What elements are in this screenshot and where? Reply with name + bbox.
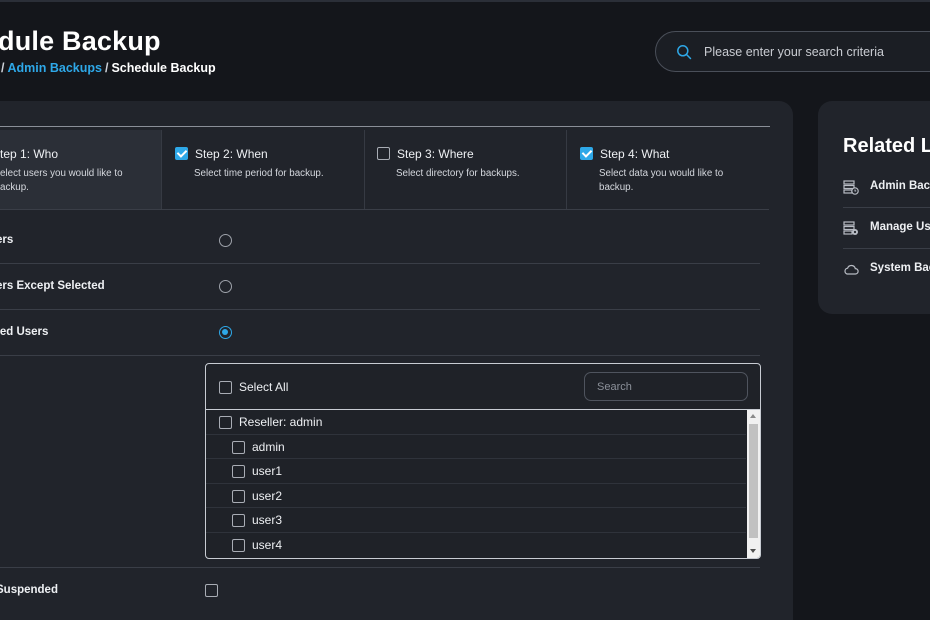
suspended-checkbox[interactable] [205, 584, 218, 597]
step-checkbox[interactable] [377, 147, 390, 160]
list-item[interactable]: user2 [206, 484, 746, 509]
user-selector-header: Select All [206, 364, 760, 410]
suspended-label: Suspended [0, 584, 58, 596]
page-title: dule Backup [0, 26, 161, 56]
step-description: elect users you would like to ackup. [0, 168, 123, 193]
option-label: ers Except Selected [0, 280, 105, 292]
related-item-manage-users[interactable]: Manage Users [843, 208, 930, 249]
tab-step-1-who[interactable]: tep 1: Who elect users you would like to… [0, 130, 162, 209]
user-selector: Select All Reseller: admin admin user1 u… [205, 363, 761, 559]
list-item[interactable]: admin [206, 435, 746, 460]
user-checkbox[interactable] [232, 514, 245, 528]
scrollbar-thumb[interactable] [749, 424, 758, 538]
wizard-steps: tep 1: Who elect users you would like to… [0, 130, 769, 210]
cloud-icon [844, 264, 859, 275]
selected-users-radio[interactable] [219, 326, 232, 339]
option-label: ted Users [0, 326, 49, 338]
select-all-checkbox[interactable] [219, 381, 232, 394]
user-label: user1 [252, 464, 283, 479]
user-label: admin [252, 439, 285, 454]
breadcrumb-separator: / [104, 61, 109, 75]
related-links-panel: Related L Admin Backups Manage Users Sys… [818, 101, 930, 314]
option-row-selected-users: ted Users [0, 310, 760, 356]
related-title: Related L [843, 135, 930, 157]
search-icon [677, 45, 692, 60]
breadcrumb: / Admin Backups / Schedule Backup [0, 61, 216, 75]
user-list-scrollbar[interactable] [747, 410, 760, 558]
step-description: Select time period for backup. [194, 168, 324, 179]
server-gear-icon [843, 221, 858, 235]
scroll-up-arrow-icon[interactable] [750, 414, 756, 418]
user-label: user4 [252, 538, 283, 552]
user-checkbox[interactable] [232, 489, 245, 503]
related-item-label: Admin Backups [870, 180, 930, 192]
select-all-label: Select All [239, 380, 289, 394]
breadcrumb-current: Schedule Backup [111, 61, 216, 75]
user-label: user2 [252, 488, 283, 503]
option-label: ers [0, 234, 14, 246]
top-border [0, 0, 930, 2]
user-checkbox[interactable] [232, 465, 245, 479]
related-item-label: System Backup [870, 262, 930, 274]
tab-step-3-where[interactable]: Step 3: Where Select directory for backu… [365, 130, 567, 209]
option-row-all-users: ers [0, 218, 760, 264]
global-search[interactable] [655, 31, 930, 72]
option-row-suspended: Suspended [0, 567, 760, 613]
step-description: Select directory for backups. [396, 168, 520, 179]
user-list: Reseller: admin admin user1 user2 user3 … [206, 410, 746, 558]
list-item[interactable]: user3 [206, 508, 746, 533]
all-users-radio[interactable] [219, 234, 232, 247]
tab-step-4-what[interactable]: Step 4: What Select data you would like … [567, 130, 769, 209]
global-search-input[interactable] [704, 41, 930, 63]
scroll-down-arrow-icon[interactable] [750, 549, 756, 553]
step-description: Select data you would like to backup. [599, 168, 724, 193]
list-item[interactable]: Reseller: admin [206, 410, 746, 435]
breadcrumb-separator: / [1, 61, 5, 75]
step-title: Step 2: When [195, 147, 268, 161]
user-checkbox[interactable] [232, 440, 245, 454]
divider [0, 126, 770, 127]
related-item-label: Manage Users [870, 221, 930, 233]
tab-step-2-when[interactable]: Step 2: When Select time period for back… [162, 130, 365, 209]
step-title: tep 1: Who [0, 147, 59, 161]
server-clock-icon [843, 180, 859, 195]
list-item[interactable]: user4 [206, 533, 746, 558]
user-checkbox[interactable] [219, 416, 232, 429]
related-item-system-backup[interactable]: System Backup [843, 249, 930, 290]
step-title: Step 4: What [600, 147, 670, 161]
step-checkbox[interactable] [580, 147, 593, 160]
step-checkbox[interactable] [175, 147, 188, 160]
user-label: Reseller: admin [239, 415, 323, 429]
user-search[interactable] [584, 372, 748, 401]
user-checkbox[interactable] [232, 539, 245, 552]
step-title: Step 3: Where [397, 147, 474, 161]
list-item[interactable]: user1 [206, 459, 746, 484]
user-label: user3 [252, 513, 283, 528]
option-row-all-users-except-selected: ers Except Selected [0, 264, 760, 310]
breadcrumb-admin-backups-link[interactable]: Admin Backups [7, 61, 101, 75]
related-item-admin-backups[interactable]: Admin Backups [843, 167, 930, 208]
all-except-selected-radio[interactable] [219, 280, 232, 293]
user-search-input[interactable] [597, 379, 737, 395]
